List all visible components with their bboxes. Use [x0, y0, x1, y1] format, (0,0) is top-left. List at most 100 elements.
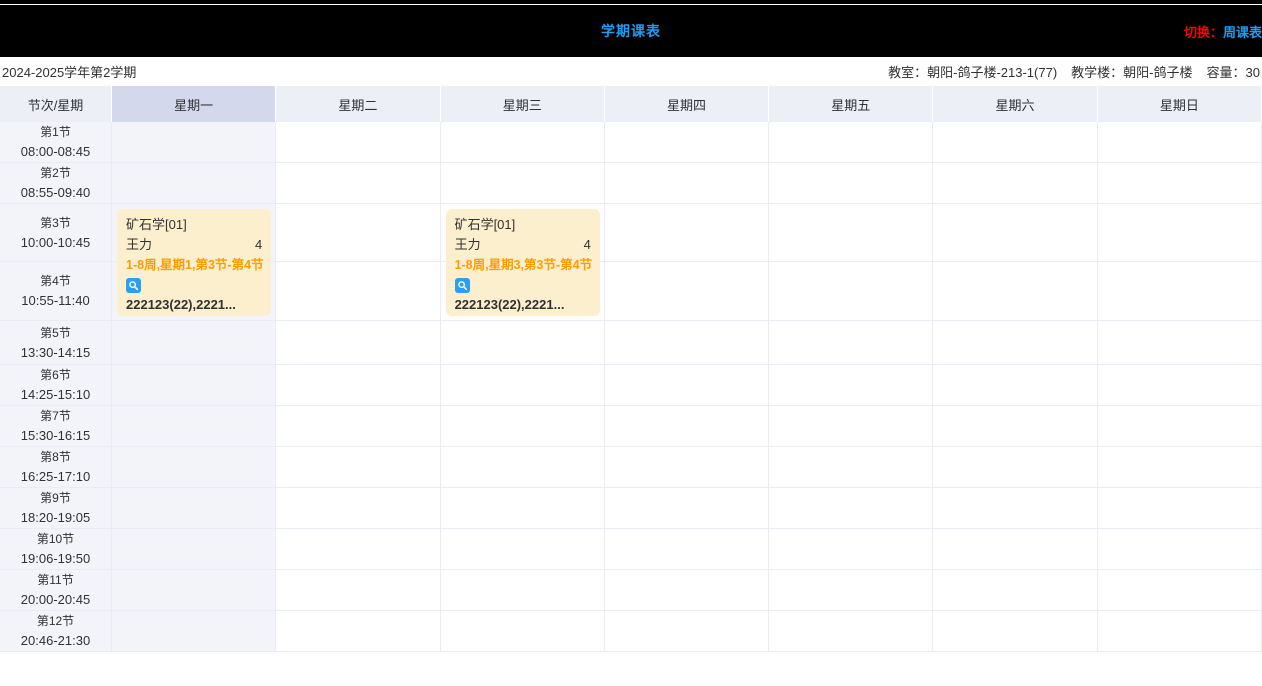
day-header-2: 星期二 [276, 86, 440, 122]
timeslot-cell [441, 570, 605, 611]
timeslot-cell [933, 321, 1097, 365]
timeslot-cell [441, 447, 605, 488]
building-label: 教学楼： [1071, 65, 1123, 80]
course-teacher: 王力 [455, 235, 481, 255]
magnifier-doc-icon[interactable] [126, 278, 141, 293]
period-name: 第2节 [40, 163, 71, 183]
timeslot-cell [605, 406, 769, 447]
course-credit: 4 [584, 235, 591, 255]
classroom-value: 朝阳-鸽子楼-213-1(77) [927, 65, 1057, 80]
timeslot-cell [605, 529, 769, 570]
page-title: 学期课表 [601, 21, 661, 41]
timeslot-cell [605, 447, 769, 488]
timeslot-cell [276, 529, 440, 570]
info-bar: 2024-2025学年第2学期 教室：朝阳-鸽子楼-213-1(77) 教学楼：… [0, 57, 1262, 86]
period-name: 第8节 [40, 447, 71, 467]
timeslot-cell [1098, 488, 1262, 529]
timeslot-cell [1098, 365, 1262, 406]
period-time: 10:00-10:45 [21, 233, 90, 253]
timeslot-cell [1098, 447, 1262, 488]
timeslot-cell [1098, 204, 1262, 262]
timeslot-cell [276, 488, 440, 529]
day-header-4: 星期四 [605, 86, 769, 122]
timeslot-cell [1098, 262, 1262, 321]
timeslot-cell [769, 447, 933, 488]
timeslot-cell [605, 204, 769, 262]
timeslot-cell [1098, 406, 1262, 447]
timeslot-cell [112, 321, 276, 365]
timeslot-cell [276, 204, 440, 262]
timeslot-cell [933, 447, 1097, 488]
timeslot-cell [441, 406, 605, 447]
timeslot-cell [769, 611, 933, 652]
timeslot-cell [1098, 611, 1262, 652]
timeslot-cell [112, 611, 276, 652]
classroom-label: 教室： [888, 65, 927, 80]
period-time: 14:25-15:10 [21, 385, 90, 405]
period-label: 第6节14:25-15:10 [0, 365, 112, 406]
course-card[interactable]: 矿石学[01]王力41-8周,星期1,第3节-第4节222123(22),222… [117, 209, 271, 316]
period-time: 13:30-14:15 [21, 343, 90, 363]
period-name: 第6节 [40, 365, 71, 385]
period-label: 第1节08:00-08:45 [0, 122, 112, 163]
magnifier-doc-icon[interactable] [455, 278, 470, 293]
timeslot-cell [933, 570, 1097, 611]
period-time: 20:46-21:30 [21, 631, 90, 651]
period-time: 10:55-11:40 [21, 291, 89, 311]
period-time: 08:55-09:40 [21, 183, 90, 203]
timeslot-cell [605, 262, 769, 321]
course-card[interactable]: 矿石学[01]王力 41-8周,星期3,第3节-第4节 222123(22),222… [446, 209, 600, 316]
timeslot-cell [112, 447, 276, 488]
timeslot-cell [933, 365, 1097, 406]
period-name: 第4节 [40, 271, 71, 291]
period-label: 第12节20:46-21:30 [0, 611, 112, 652]
timeslot-cell [276, 365, 440, 406]
period-label: 第10节19:06-19:50 [0, 529, 112, 570]
course-teacher: 王力 [126, 235, 152, 255]
timeslot-cell [441, 488, 605, 529]
capacity-value: 30 [1246, 65, 1260, 80]
period-name: 第5节 [40, 323, 71, 343]
timeslot-cell [605, 163, 769, 204]
app-root: 学期课表 切换： 周课表 2024-2025学年第2学期 教室：朝阳-鸽子楼-2… [0, 0, 1262, 652]
period-name: 第12节 [37, 611, 74, 631]
timeslot-cell [276, 406, 440, 447]
course-classes: 222123(22),2221... [455, 295, 591, 315]
timeslot-cell [769, 365, 933, 406]
switch-week-view-link[interactable]: 周课表 [1223, 22, 1262, 41]
timeslot-cell [933, 488, 1097, 529]
timeslot-cell [112, 163, 276, 204]
timeslot-cell [112, 122, 276, 163]
period-label: 第8节16:25-17:10 [0, 447, 112, 488]
timeslot-cell [933, 611, 1097, 652]
timeslot-cell [276, 570, 440, 611]
timeslot-cell [441, 321, 605, 365]
period-label: 第9节18:20-19:05 [0, 488, 112, 529]
timeslot-cell [276, 611, 440, 652]
course-credit: 4 [255, 235, 262, 255]
timetable-grid: 节次/星期星期一星期二星期三星期四星期五星期六星期日第1节08:00-08:45… [0, 86, 1262, 652]
timeslot-cell [605, 611, 769, 652]
period-name: 第3节 [40, 213, 71, 233]
period-time: 15:30-16:15 [21, 426, 90, 446]
timeslot-cell [112, 365, 276, 406]
period-label: 第4节10:55-11:40 [0, 262, 112, 321]
timeslot-cell [441, 529, 605, 570]
course-schedule: 1-8周,星期3,第3节-第4节 [455, 255, 591, 275]
day-header-6: 星期六 [933, 86, 1097, 122]
timeslot-cell [933, 163, 1097, 204]
timeslot-cell [1098, 529, 1262, 570]
timeslot-cell [276, 321, 440, 365]
timeslot-cell [605, 570, 769, 611]
period-name: 第7节 [40, 406, 71, 426]
timeslot-cell [441, 163, 605, 204]
timeslot-cell [769, 529, 933, 570]
period-label: 第2节08:55-09:40 [0, 163, 112, 204]
timeslot-cell [1098, 321, 1262, 365]
timeslot-cell [769, 488, 933, 529]
period-time: 18:20-19:05 [21, 508, 90, 528]
course-title: 矿石学[01] [455, 215, 591, 235]
period-time: 20:00-20:45 [21, 590, 90, 610]
timeslot-cell [1098, 122, 1262, 163]
day-header-5: 星期五 [769, 86, 933, 122]
